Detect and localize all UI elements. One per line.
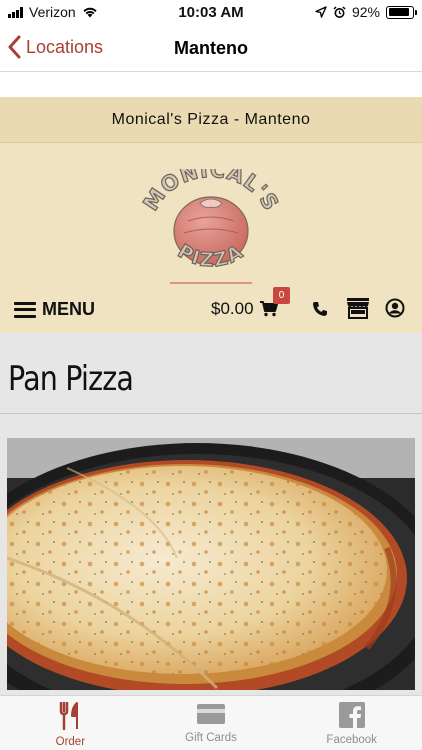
pan-pizza-photo[interactable]	[7, 438, 415, 690]
alarm-icon	[333, 5, 346, 18]
navigation-bar: Locations Manteno	[0, 26, 422, 72]
fork-knife-icon	[60, 702, 79, 730]
hamburger-icon	[14, 301, 36, 318]
cart-button[interactable]: $0.00	[211, 299, 278, 319]
tab-facebook[interactable]: Facebook	[281, 696, 422, 750]
phone-icon[interactable]	[312, 301, 328, 317]
cart-total: $0.00	[211, 299, 254, 318]
status-bar: Verizon 10:03 AM 92%	[0, 0, 422, 26]
gift-card-icon	[197, 704, 225, 724]
tab-order[interactable]: Order	[0, 696, 141, 750]
battery-icon	[386, 5, 417, 19]
category-title: Pan Pizza	[8, 359, 134, 399]
restaurant-header: Monical's Pizza - Manteno MONICAL'S PIZZ…	[0, 97, 422, 333]
tab-facebook-label: Facebook	[326, 734, 377, 746]
menu-content: Pan Pizza	[0, 333, 422, 695]
menu-button[interactable]: MENU	[14, 299, 95, 320]
tab-gift-cards[interactable]: Gift Cards	[141, 696, 282, 750]
facebook-icon	[338, 702, 365, 728]
battery-percent: 92%	[351, 4, 380, 20]
cart-count-badge: 0	[273, 287, 290, 304]
divider	[0, 413, 422, 414]
location-arrow-icon	[315, 6, 327, 18]
header-toolbar: MENU $0.00 0	[0, 287, 422, 333]
store-icon[interactable]	[346, 297, 370, 319]
tab-bar: Order Gift Cards Facebook	[0, 695, 422, 750]
tab-order-label: Order	[55, 736, 86, 748]
tab-gift-cards-label: Gift Cards	[185, 732, 237, 744]
account-icon[interactable]	[385, 298, 405, 318]
restaurant-name: Monical's Pizza - Manteno	[0, 97, 422, 143]
back-button-label: Locations	[26, 36, 104, 57]
chevron-left-icon	[8, 35, 21, 59]
status-right: 92%	[315, 4, 417, 20]
back-button[interactable]: Locations	[8, 35, 103, 59]
monicals-logo: MONICAL'S PIZZA	[140, 169, 282, 284]
menu-button-label: MENU	[42, 299, 95, 319]
